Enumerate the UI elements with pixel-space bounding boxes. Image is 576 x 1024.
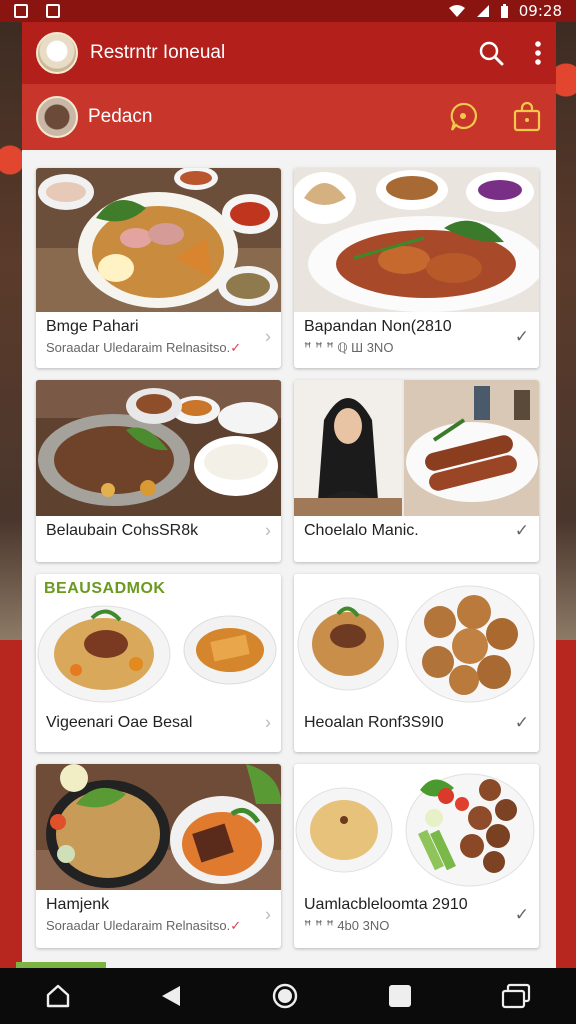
card-caption: Hamjenk Soraadar Uledaraim Relnasitso.✓ …	[36, 890, 281, 940]
more-vert-icon[interactable]	[534, 40, 542, 66]
card-caption: Heoalan Ronf3S9I0 ✓	[294, 708, 539, 738]
card-caption: Vigeenari Oae Besal ›	[36, 708, 281, 738]
menu-card[interactable]: Uamlacbleloomta 2910 ꟸ ꟸ ꟸ 4b0 3NO ✓	[294, 764, 539, 948]
menu-card[interactable]: BEAUSADMOK Vigeenari Oae Besal ›	[36, 574, 281, 752]
menu-card[interactable]: Bmge Pahari Soraadar Uledaraim Relnasits…	[36, 168, 281, 368]
windows-icon[interactable]	[501, 983, 531, 1009]
check-icon[interactable]: ✓	[515, 327, 529, 347]
dish-title: Belaubain CohsSR8k	[46, 522, 199, 539]
check-icon[interactable]: ✓	[515, 713, 529, 733]
restaurant-avatar[interactable]	[36, 96, 78, 138]
dish-title: Bmge Pahari	[46, 318, 139, 335]
sub-title: Pedacn	[88, 106, 153, 127]
dish-photo	[294, 168, 539, 312]
pink-check-icon: ✓	[230, 918, 242, 933]
menu-grid: Bmge Pahari Soraadar Uledaraim Relnasits…	[36, 168, 542, 948]
promo-tag: BEAUSADMOK	[44, 580, 166, 597]
dish-photo	[36, 764, 281, 890]
dish-photo	[36, 380, 281, 516]
card-caption: Bapandan Non(2810 ꟸ ꟸ ꟸ ℚ Ш 3NO ✓	[294, 312, 539, 362]
app-window: Restrntr Ioneual Pedacn Bmge Pahari Sora…	[22, 22, 556, 968]
app-title: Restrntr Ioneual	[90, 42, 226, 63]
status-bar: 09:28	[0, 0, 576, 22]
dish-title: Bapandan Non(2810	[304, 318, 452, 335]
chat-bubble-icon[interactable]	[448, 101, 478, 133]
card-caption: Bmge Pahari Soraadar Uledaraim Relnasits…	[36, 312, 281, 362]
dish-subtitle-text: Soraadar Uledaraim Relnasitso.	[46, 918, 231, 933]
dish-title: Choelalo Manic.	[304, 522, 419, 539]
chevron-right-icon[interactable]: ›	[265, 521, 271, 542]
dish-subtitle-text: Soraadar Uledaraim Relnasitso.	[46, 340, 231, 355]
dish-subtitle: Soraadar Uledaraim Relnasitso.✓	[46, 918, 271, 934]
wifi-icon	[448, 5, 465, 17]
dish-photo: BEAUSADMOK	[36, 574, 281, 708]
app-bar: Restrntr Ioneual	[22, 22, 556, 84]
dish-subtitle: ꟸ ꟸ ꟸ 4b0 3NO	[304, 918, 390, 933]
app-avatar[interactable]	[36, 32, 78, 74]
card-caption: Belaubain CohsSR8k ›	[36, 516, 281, 546]
menu-card[interactable]: Belaubain CohsSR8k ›	[36, 380, 281, 562]
chevron-right-icon[interactable]: ›	[265, 713, 271, 734]
shopping-bag-icon[interactable]	[512, 101, 542, 133]
menu-card[interactable]: Bapandan Non(2810 ꟸ ꟸ ꟸ ℚ Ш 3NO ✓	[294, 168, 539, 368]
dish-title: Uamlacbleloomta 2910	[304, 896, 468, 913]
sub-bar: Pedacn	[22, 84, 556, 150]
back-icon[interactable]	[160, 984, 182, 1008]
menu-card[interactable]: Choelalo Manic. ✓	[294, 380, 539, 562]
dish-photo	[294, 764, 539, 890]
dish-subtitle: ꟸ ꟸ ꟸ ℚ Ш 3NO	[304, 340, 394, 355]
check-icon[interactable]: ✓	[515, 521, 529, 541]
clock: 09:28	[518, 2, 562, 20]
dish-photo	[294, 380, 539, 516]
menu-card[interactable]: Hamjenk Soraadar Uledaraim Relnasitso.✓ …	[36, 764, 281, 948]
dish-photo	[294, 574, 539, 708]
recents-icon[interactable]	[388, 984, 412, 1008]
chevron-right-icon[interactable]: ›	[265, 905, 271, 926]
notification-icon-2	[46, 4, 60, 18]
pink-check-icon: ✓	[230, 340, 242, 355]
dish-title: Heoalan Ronf3S9I0	[304, 714, 444, 731]
home-icon[interactable]	[45, 983, 71, 1009]
battery-icon	[500, 3, 508, 18]
search-icon[interactable]	[478, 40, 504, 66]
card-caption: Uamlacbleloomta 2910 ꟸ ꟸ ꟸ 4b0 3NO ✓	[294, 890, 539, 940]
check-icon[interactable]: ✓	[515, 905, 529, 925]
dish-title: Vigeenari Oae Besal	[46, 714, 193, 731]
signal-icon	[476, 5, 489, 17]
dish-photo	[36, 168, 281, 312]
dish-title: Hamjenk	[46, 896, 110, 913]
system-nav-bar	[0, 968, 576, 1024]
notification-icon	[14, 4, 28, 18]
card-caption: Choelalo Manic. ✓	[294, 516, 539, 546]
chevron-right-icon[interactable]: ›	[265, 327, 271, 348]
dish-subtitle: Soraadar Uledaraim Relnasitso.✓	[46, 340, 271, 356]
menu-card[interactable]: Heoalan Ronf3S9I0 ✓	[294, 574, 539, 752]
home-circle-icon[interactable]	[271, 982, 299, 1010]
